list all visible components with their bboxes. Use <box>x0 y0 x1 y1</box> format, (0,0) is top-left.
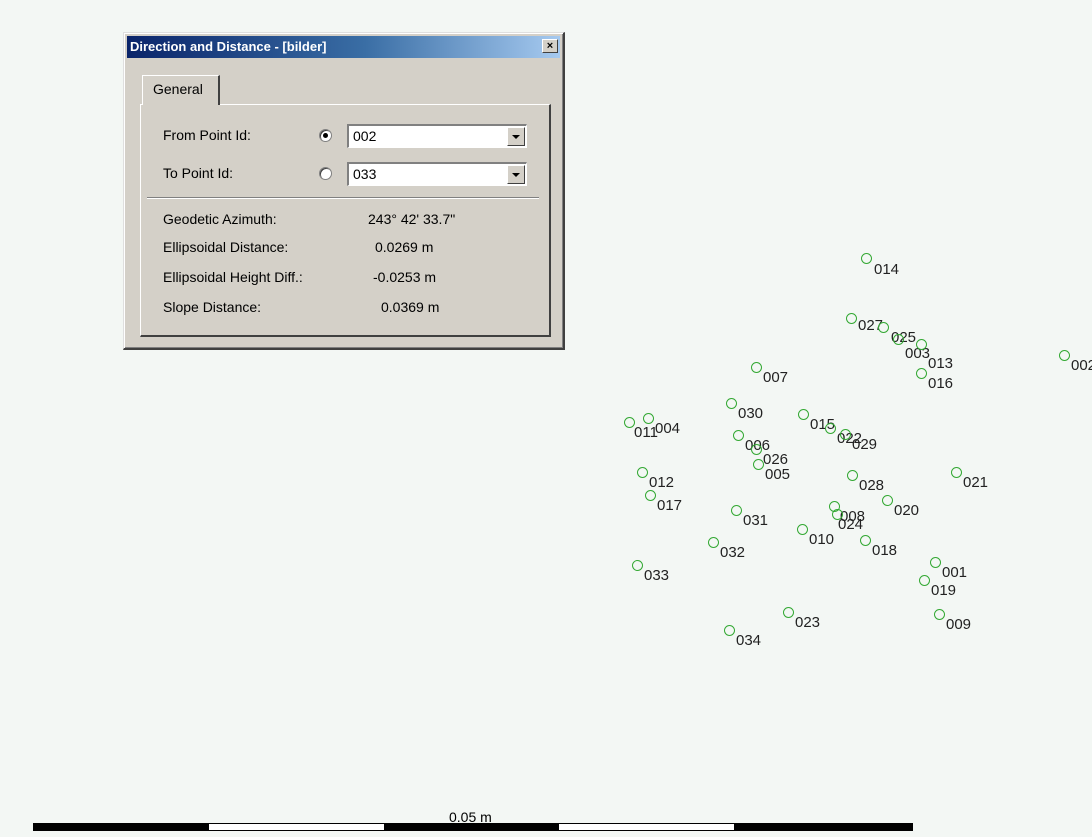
point-018-label: 018 <box>872 542 898 559</box>
point-024-label: 024 <box>838 516 864 533</box>
point-027-marker[interactable] <box>846 313 857 324</box>
point-029-label: 029 <box>852 436 878 453</box>
scale-segment <box>34 824 209 830</box>
point-012-label: 012 <box>649 474 675 491</box>
point-005-marker[interactable] <box>753 459 764 470</box>
ellipsoidal-height-diff-value: -0.0253 m <box>373 269 437 285</box>
point-009-label: 009 <box>946 616 972 633</box>
point-032-label: 032 <box>720 544 746 561</box>
point-013-label: 013 <box>928 355 954 372</box>
from-point-value: 002 <box>353 128 377 144</box>
point-002-marker[interactable] <box>1059 350 1070 361</box>
point-005-label: 005 <box>765 466 791 483</box>
from-point-label: From Point Id: <box>163 127 251 143</box>
point-015-marker[interactable] <box>798 409 809 420</box>
point-026-label: 026 <box>763 451 789 468</box>
ellipsoidal-height-diff-label: Ellipsoidal Height Diff.: <box>163 269 303 285</box>
point-016-marker[interactable] <box>916 368 927 379</box>
radio-dot-icon <box>323 133 328 138</box>
slope-distance-label: Slope Distance: <box>163 299 262 315</box>
point-020-marker[interactable] <box>882 495 893 506</box>
point-020-label: 020 <box>894 502 920 519</box>
point-001-label: 001 <box>942 564 968 581</box>
point-034-marker[interactable] <box>724 625 735 636</box>
point-012-marker[interactable] <box>637 467 648 478</box>
point-018-marker[interactable] <box>860 535 871 546</box>
point-032-marker[interactable] <box>708 537 719 548</box>
from-point-select[interactable]: 002 <box>347 124 527 148</box>
point-031-marker[interactable] <box>731 505 742 516</box>
point-010-label: 010 <box>809 531 835 548</box>
point-025-marker[interactable] <box>878 322 889 333</box>
point-013-marker[interactable] <box>916 339 927 350</box>
point-033-label: 033 <box>644 567 670 584</box>
point-010-marker[interactable] <box>797 524 808 535</box>
point-028-marker[interactable] <box>847 470 858 481</box>
ellipsoidal-distance-value: 0.0269 m <box>375 239 434 255</box>
dialog-titlebar[interactable]: Direction and Distance - [bilder] × <box>127 36 560 58</box>
point-009-marker[interactable] <box>934 609 945 620</box>
dialog-title: Direction and Distance - [bilder] <box>130 39 327 54</box>
close-button[interactable]: × <box>542 39 558 53</box>
point-023-marker[interactable] <box>783 607 794 618</box>
point-006-marker[interactable] <box>733 430 744 441</box>
point-002-label: 002 <box>1071 357 1092 374</box>
to-point-label: To Point Id: <box>163 165 234 181</box>
point-033-marker[interactable] <box>632 560 643 571</box>
geodetic-azimuth-label: Geodetic Azimuth: <box>163 211 277 227</box>
point-017-label: 017 <box>657 497 683 514</box>
direction-distance-dialog: Direction and Distance - [bilder] × Gene… <box>123 32 565 350</box>
point-016-label: 016 <box>928 375 954 392</box>
to-point-radio[interactable] <box>319 167 332 180</box>
point-004-marker[interactable] <box>643 413 654 424</box>
separator <box>147 197 539 199</box>
ellipsoidal-distance-label: Ellipsoidal Distance: <box>163 239 289 255</box>
point-028-label: 028 <box>859 477 885 494</box>
point-007-label: 007 <box>763 369 789 386</box>
scale-bar <box>33 823 913 831</box>
chevron-down-icon[interactable] <box>507 127 525 146</box>
point-001-marker[interactable] <box>930 557 941 568</box>
to-point-select[interactable]: 033 <box>347 162 527 186</box>
to-point-value: 033 <box>353 166 377 182</box>
point-022-marker[interactable] <box>825 423 836 434</box>
slope-distance-value: 0.0369 m <box>381 299 440 315</box>
scale-segment <box>384 824 559 830</box>
point-017-marker[interactable] <box>645 490 656 501</box>
point-030-marker[interactable] <box>726 398 737 409</box>
scale-segment <box>734 824 912 830</box>
point-021-label: 021 <box>963 474 989 491</box>
from-point-radio[interactable] <box>319 129 332 142</box>
point-003-marker[interactable] <box>893 334 904 345</box>
point-019-marker[interactable] <box>919 575 930 586</box>
point-034-label: 034 <box>736 632 762 649</box>
point-023-label: 023 <box>795 614 821 631</box>
geodetic-azimuth-value: 243° 42' 33.7" <box>368 211 456 227</box>
point-029-marker[interactable] <box>840 429 851 440</box>
point-004-label: 004 <box>655 420 681 437</box>
point-030-label: 030 <box>738 405 764 422</box>
chevron-down-icon[interactable] <box>507 165 525 184</box>
point-019-label: 019 <box>931 582 957 599</box>
point-031-label: 031 <box>743 512 769 529</box>
point-021-marker[interactable] <box>951 467 962 478</box>
point-007-marker[interactable] <box>751 362 762 373</box>
point-014-marker[interactable] <box>861 253 872 264</box>
tab-general[interactable]: General <box>142 75 220 105</box>
point-014-label: 014 <box>874 261 900 278</box>
point-026-marker[interactable] <box>751 444 762 455</box>
